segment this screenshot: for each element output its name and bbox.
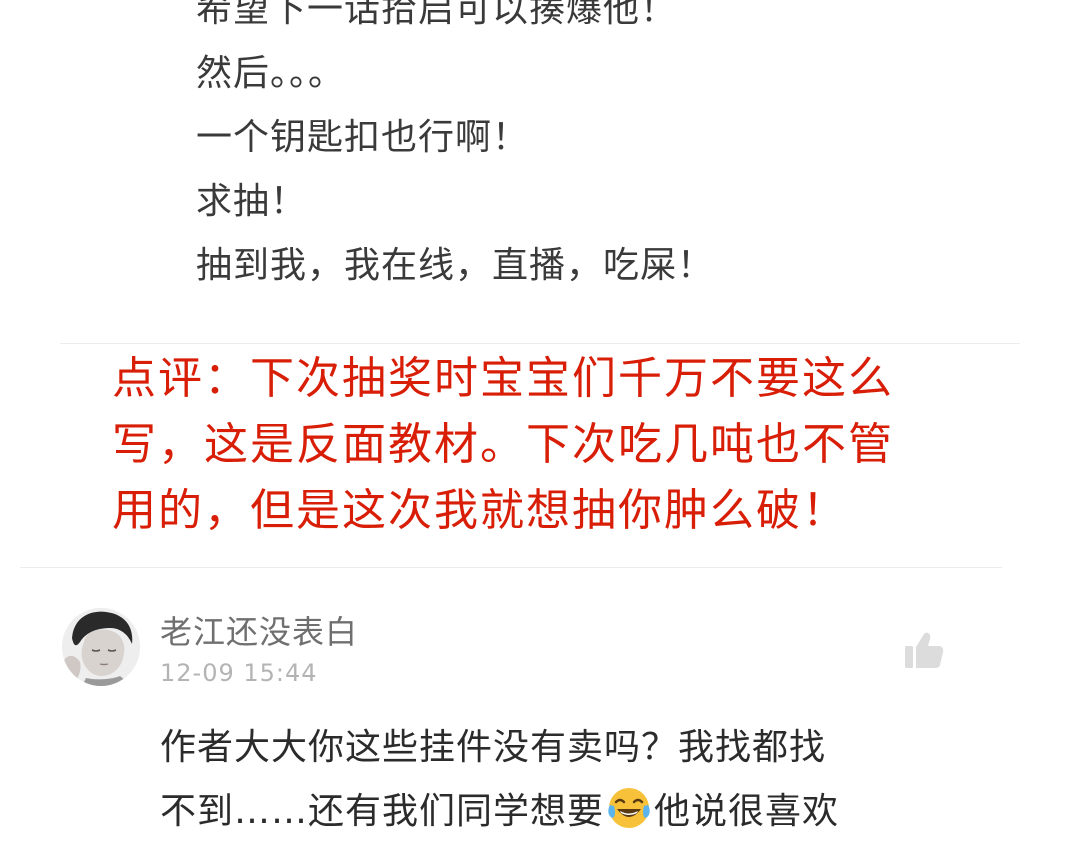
editor-note-line: 写，这是反面教材。下次吃几吨也不管 bbox=[112, 419, 894, 470]
editor-note-line: 点评：下次抽奖时宝宝们千万不要这么 bbox=[112, 353, 894, 404]
timestamp: 12-09 15:44 bbox=[160, 659, 318, 687]
divider bbox=[60, 343, 1020, 344]
editor-note-line: 用的，但是这次我就想抽你肿么破！ bbox=[112, 485, 848, 536]
comment-body-text: 不到……还有我们同学想要 bbox=[160, 791, 605, 832]
thumbs-up-icon bbox=[905, 632, 944, 668]
like-button[interactable] bbox=[902, 628, 946, 672]
comment-feed: 希望下一话拾启可以揍爆他！ 然后。。。 一个钥匙扣也行啊！ 求抽！ 抽到我，我在… bbox=[0, 0, 1080, 844]
previous-comment-line: 求抽！ bbox=[196, 181, 308, 222]
previous-comment-text: 希望下一话拾启可以揍爆他！ 然后。。。 一个钥匙扣也行啊！ 求抽！ 抽到我，我在… bbox=[196, 0, 1016, 298]
previous-comment-line: 然后。。。 bbox=[196, 53, 346, 94]
comment-body-line: 不到……还有我们同学想要 他说很喜欢 bbox=[160, 780, 1040, 844]
username[interactable]: 老江还没表白 bbox=[160, 612, 358, 652]
editor-note: 点评：下次抽奖时宝宝们千万不要这么 写，这是反面教材。下次吃几吨也不管 用的，但… bbox=[112, 346, 1012, 544]
avatar[interactable] bbox=[62, 608, 140, 686]
user-avatar-icon bbox=[62, 608, 140, 686]
tears-of-joy-emoji-icon bbox=[606, 785, 652, 831]
comment-body: 作者大大你这些挂件没有卖吗？我找都找 不到……还有我们同学想要 他说很喜欢 bbox=[160, 716, 1040, 844]
comment-body-line: 作者大大你这些挂件没有卖吗？我找都找 bbox=[160, 727, 827, 768]
previous-comment-line: 希望下一话拾启可以揍爆他！ bbox=[196, 0, 678, 30]
comment-body-text: 他说很喜欢 bbox=[654, 791, 840, 832]
previous-comment-line: 抽到我，我在线，直播，吃屎！ bbox=[196, 245, 715, 286]
comment-item: 老江还没表白 12-09 15:44 作者大大你这些挂件没有卖吗？我找都找 不到… bbox=[0, 568, 1080, 844]
previous-comment-line: 一个钥匙扣也行啊！ bbox=[196, 117, 530, 158]
